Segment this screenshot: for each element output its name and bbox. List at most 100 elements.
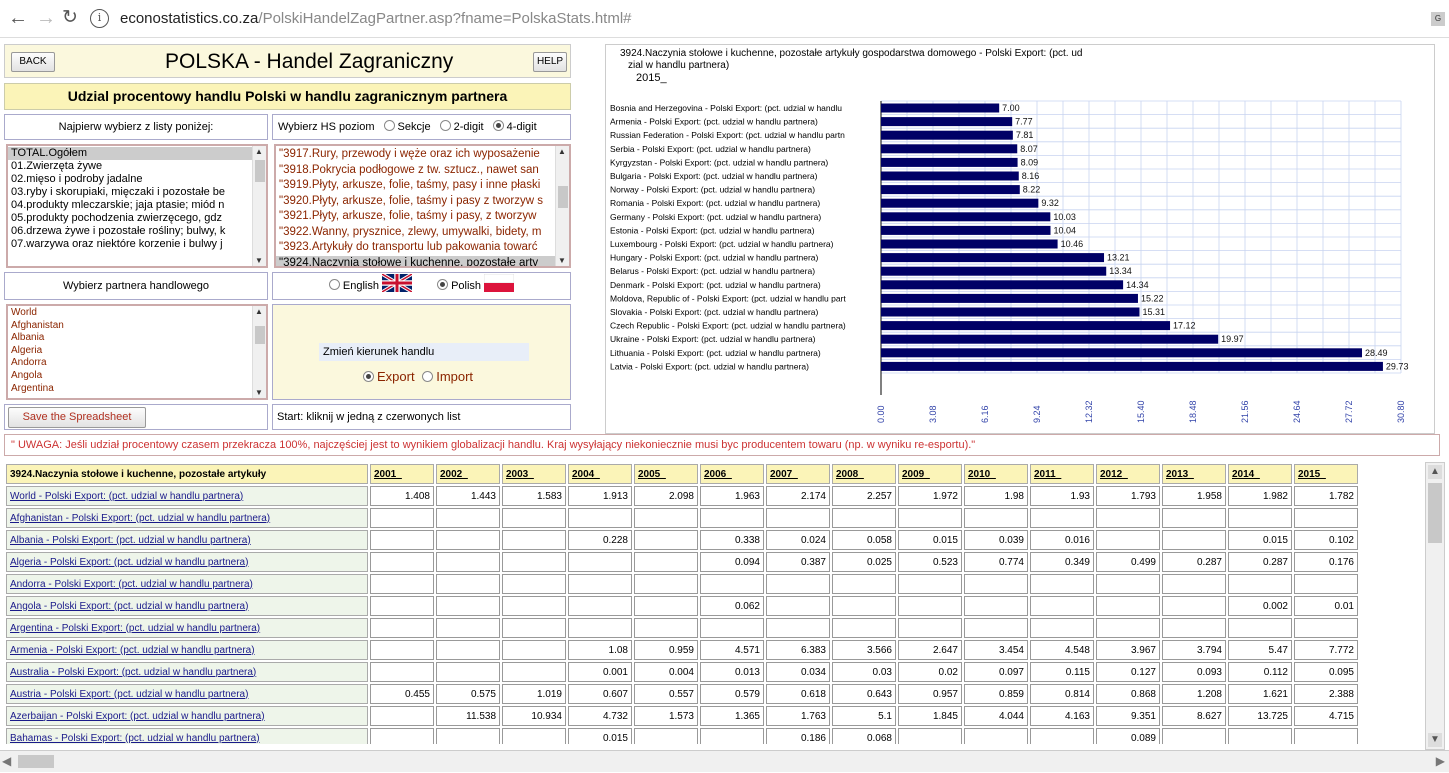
year-column-header[interactable]: 2011_ [1030, 464, 1094, 484]
year-column-header[interactable]: 2007_ [766, 464, 830, 484]
list-item[interactable]: "3922.Wanny, prysznice, zlewy, umywalki,… [276, 225, 569, 241]
row-partner-link[interactable]: Bahamas - Polski Export: (pct. udzial w … [6, 728, 368, 744]
list-item[interactable]: "3920.Płyty, arkusze, folie, taśmy i pas… [276, 194, 569, 210]
list-item[interactable]: Albania [8, 332, 266, 345]
hs-option-4digit[interactable]: 4-digit [492, 120, 537, 133]
scroll-down-icon[interactable]: ▼ [255, 388, 263, 397]
row-partner-link[interactable]: Albania - Polski Export: (pct. udzial w … [6, 530, 368, 550]
list-item[interactable]: Angola [8, 370, 266, 383]
scroll-thumb[interactable] [18, 755, 54, 768]
row-partner-link[interactable]: Australia - Polski Export: (pct. udzial … [6, 662, 368, 682]
list-item[interactable]: 05.produkty pochodzenia zwierzęcego, gdz [8, 212, 266, 225]
save-spreadsheet-button[interactable]: Save the Spreadsheet [8, 407, 146, 428]
scroll-down-icon[interactable]: ▼ [1428, 733, 1442, 747]
scroll-left-icon[interactable]: ◀ [2, 754, 11, 768]
radio-icon[interactable] [328, 279, 340, 290]
list-item[interactable]: "3918.Pokrycia podłogowe z tw. sztucz., … [276, 163, 569, 179]
forward-arrow-icon[interactable]: → [36, 8, 56, 28]
list-item[interactable]: 01.Zwierzęta żywe [8, 160, 266, 173]
help-button[interactable]: HELP [533, 52, 567, 72]
scroll-thumb[interactable] [255, 326, 265, 344]
list-item[interactable]: World [8, 307, 266, 320]
list-item[interactable]: 04.produkty mleczarskie; jaja ptasie; mi… [8, 199, 266, 212]
radio-selected-icon[interactable] [363, 371, 374, 382]
scroll-down-icon[interactable]: ▼ [255, 256, 263, 265]
list-item[interactable]: TOTAL.Ogółem [8, 147, 266, 160]
hs-option-sekcje[interactable]: Sekcje [383, 120, 431, 133]
row-partner-link[interactable]: Armenia - Polski Export: (pct. udzial w … [6, 640, 368, 660]
year-column-header[interactable]: 2005_ [634, 464, 698, 484]
reload-icon[interactable]: ↻ [62, 8, 78, 28]
partner-list-scrollbar[interactable]: ▲ ▼ [252, 306, 266, 398]
row-partner-link[interactable]: Andorra - Polski Export: (pct. udzial w … [6, 574, 368, 594]
scroll-right-icon[interactable]: ▶ [1436, 754, 1445, 768]
list-item[interactable]: "3919.Płyty, arkusze, folie, taśmy, pasy… [276, 178, 569, 194]
year-column-header[interactable]: 2001_ [370, 464, 434, 484]
row-partner-link[interactable]: Afghanistan - Polski Export: (pct. udzia… [6, 508, 368, 528]
radio-icon[interactable] [422, 371, 434, 382]
translate-icon[interactable]: G [1431, 12, 1445, 26]
partner-list[interactable]: World Afghanistan Albania Algeria Andorr… [6, 304, 268, 400]
table-vertical-scrollbar[interactable]: ▲ ▼ [1425, 462, 1445, 750]
scroll-up-icon[interactable]: ▲ [255, 307, 263, 316]
year-column-header[interactable]: 2003_ [502, 464, 566, 484]
year-column-header[interactable]: 2012_ [1096, 464, 1160, 484]
list-item[interactable]: "3917.Rury, przewody i węże oraz ich wyp… [276, 147, 569, 163]
scroll-down-icon[interactable]: ▼ [558, 256, 566, 265]
table-cell: 6.383 [766, 640, 830, 660]
list-item[interactable]: Algeria [8, 345, 266, 358]
year-column-header[interactable]: 2008_ [832, 464, 896, 484]
hs-code-list[interactable]: "3917.Rury, przewody i węże oraz ich wyp… [274, 144, 571, 268]
list-item[interactable]: Afghanistan [8, 320, 266, 333]
table-cell [568, 618, 632, 638]
radio-icon[interactable] [383, 120, 395, 131]
list-item[interactable]: 06.drzewa żywe i pozostałe rośliny; bulw… [8, 225, 266, 238]
radio-selected-icon[interactable] [492, 120, 504, 131]
scroll-up-icon[interactable]: ▲ [1428, 465, 1442, 479]
row-partner-link[interactable]: World - Polski Export: (pct. udzial w ha… [6, 486, 368, 506]
info-icon[interactable]: i [90, 9, 109, 28]
year-column-header[interactable]: 2004_ [568, 464, 632, 484]
row-partner-link[interactable]: Angola - Polski Export: (pct. udzial w h… [6, 596, 368, 616]
list-item[interactable]: Andorra [8, 357, 266, 370]
table-horizontal-scrollbar[interactable]: ◀ ▶ [0, 750, 1449, 772]
list-item[interactable]: 03.ryby i skorupiaki, mięczaki i pozosta… [8, 186, 266, 199]
address-bar[interactable]: econostatistics.co.za/PolskiHandelZagPar… [120, 10, 632, 27]
radio-icon[interactable] [439, 120, 451, 131]
list-item[interactable]: "3921.Płyty, arkusze, folie, taśmy i pas… [276, 209, 569, 225]
scroll-thumb[interactable] [255, 160, 265, 182]
year-column-header[interactable]: 2010_ [964, 464, 1028, 484]
back-arrow-icon[interactable]: ← [8, 8, 28, 28]
list-item[interactable]: Argentina [8, 383, 266, 396]
list-item[interactable]: 07.warzywa oraz niektóre korzenie i bulw… [8, 238, 266, 251]
language-option-polish[interactable]: Polish [437, 279, 481, 292]
list-item[interactable]: 02.mięso i podroby jadalne [8, 173, 266, 186]
list-item[interactable]: "3924.Naczynia stołowe i kuchenne, pozos… [276, 255, 569, 266]
direction-option-import[interactable]: Import [422, 369, 473, 384]
back-button[interactable]: BACK [11, 52, 55, 72]
row-partner-link[interactable]: Azerbaijan - Polski Export: (pct. udzial… [6, 706, 368, 726]
product-list[interactable]: TOTAL.Ogółem 01.Zwierzęta żywe 02.mięso … [6, 144, 268, 268]
year-column-header[interactable]: 2013_ [1162, 464, 1226, 484]
list-item[interactable]: "3923.Artykuły do transportu lub pakowan… [276, 240, 569, 256]
year-column-header[interactable]: 2015_ [1294, 464, 1358, 484]
direction-option-export[interactable]: Export [363, 369, 415, 384]
year-column-header[interactable]: 2002_ [436, 464, 500, 484]
row-partner-link[interactable]: Austria - Polski Export: (pct. udzial w … [6, 684, 368, 704]
row-partner-link[interactable]: Algeria - Polski Export: (pct. udzial w … [6, 552, 368, 572]
year-column-header[interactable]: 2009_ [898, 464, 962, 484]
bar [881, 103, 1000, 113]
hs-option-2digit[interactable]: 2-digit [439, 120, 484, 133]
year-column-header[interactable]: 2006_ [700, 464, 764, 484]
row-partner-link[interactable]: Argentina - Polski Export: (pct. udzial … [6, 618, 368, 638]
product-list-scrollbar[interactable]: ▲ ▼ [252, 146, 266, 266]
scroll-thumb[interactable] [558, 186, 568, 208]
hs-list-scrollbar[interactable]: ▲ ▼ [555, 146, 569, 266]
language-option-english[interactable]: English [328, 279, 379, 292]
scroll-thumb[interactable] [1428, 483, 1442, 543]
radio-selected-icon[interactable] [437, 279, 449, 290]
table-cell [370, 706, 434, 726]
scroll-up-icon[interactable]: ▲ [255, 147, 263, 156]
scroll-up-icon[interactable]: ▲ [558, 147, 566, 156]
year-column-header[interactable]: 2014_ [1228, 464, 1292, 484]
